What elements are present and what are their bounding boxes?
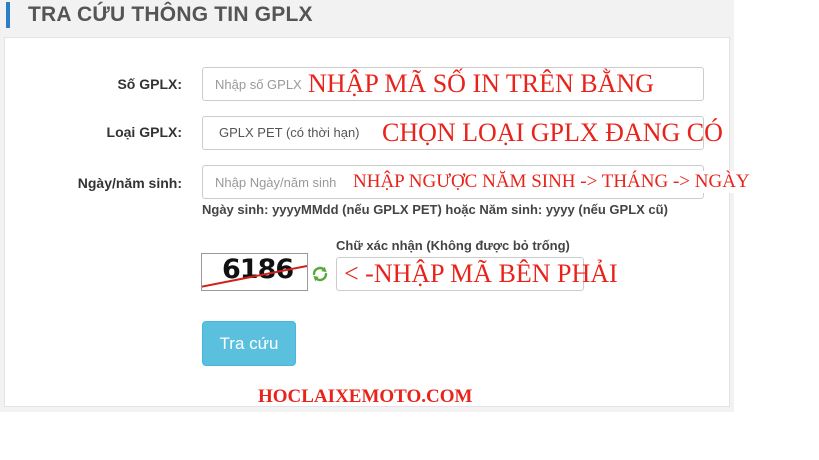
watermark-text: HOCLAIXEMOTO.COM [258,386,473,407]
annotation-license-number: NHẬP MÃ SỐ IN TRÊN BẰNG [308,69,654,99]
birth-date-hint: Ngày sinh: yyyyMMdd (nếu GPLX PET) hoặc … [202,202,668,217]
annotation-birth-date: NHẬP NGƯỢC NĂM SINH -> THÁNG -> NGÀY [353,171,750,193]
page-header: TRA CỨU THÔNG TIN GPLX [0,0,734,34]
captcha-label: Chữ xác nhận (Không được bỏ trống) [336,238,570,253]
annotation-license-type: CHỌN LOẠI GPLX ĐANG CÓ [382,118,723,147]
annotation-captcha: < -NHẬP MÃ BÊN PHẢI [344,259,618,288]
captcha-image: 6186 [201,253,308,291]
search-button[interactable]: Tra cứu [202,321,296,366]
refresh-icon[interactable] [311,265,329,283]
birth-date-label: Ngày/năm sinh: [77,175,182,191]
license-type-label: Loại GPLX: [106,124,182,140]
license-number-label: Số GPLX: [117,76,182,92]
page-title: TRA CỨU THÔNG TIN GPLX [28,3,313,26]
captcha-strike-line [202,265,307,288]
license-type-selected: GPLX PET (có thời hạn) [219,125,360,140]
title-accent-bar [6,2,10,28]
